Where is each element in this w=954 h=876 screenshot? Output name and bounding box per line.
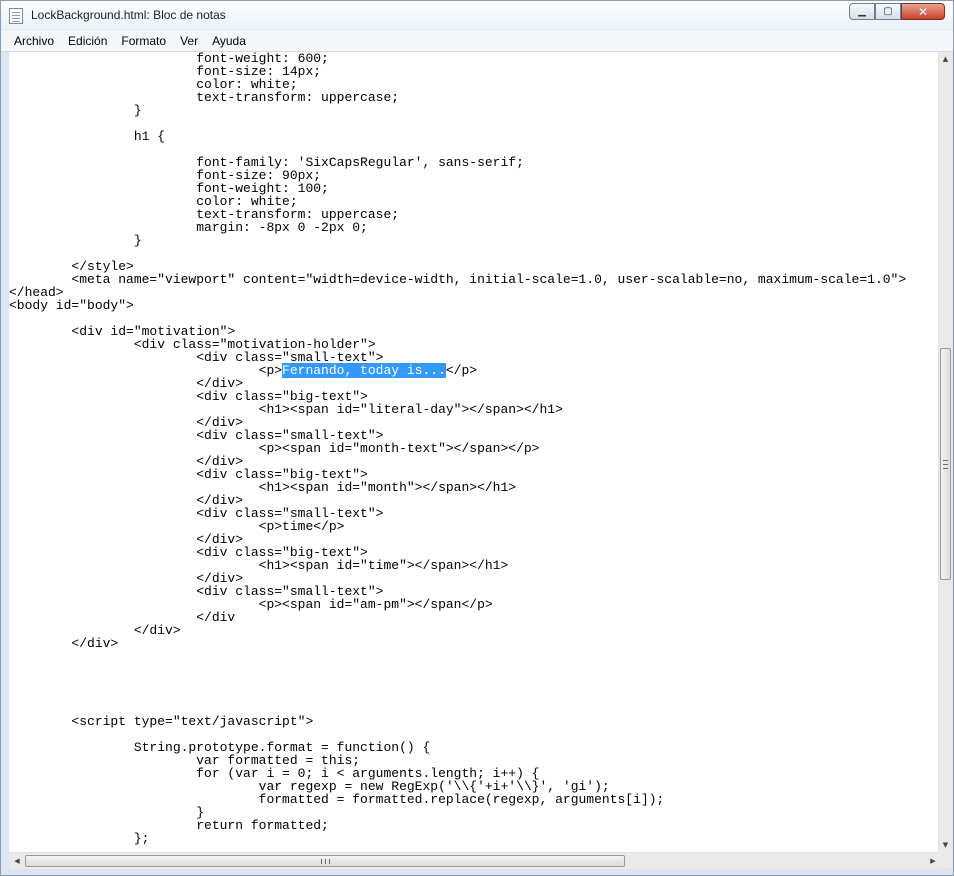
scroll-up-arrow[interactable]: ▲ (939, 52, 952, 66)
menu-ayuda[interactable]: Ayuda (205, 34, 253, 48)
menu-ver[interactable]: Ver (173, 34, 205, 48)
code-text[interactable]: font-weight: 600; font-size: 14px; color… (9, 52, 941, 845)
vertical-scrollbar[interactable]: ▲ ▼ (938, 52, 952, 852)
grip-icon (320, 858, 330, 864)
code-line: h1 { (9, 129, 166, 144)
code-line: }; (9, 831, 150, 846)
vertical-scroll-thumb[interactable] (940, 348, 951, 580)
notepad-window: LockBackground.html: Bloc de notas ▁ ▢ ✕… (0, 0, 954, 876)
menu-archivo[interactable]: Archivo (7, 34, 61, 48)
text-editor-area[interactable]: font-weight: 600; font-size: 14px; color… (9, 52, 941, 852)
code-line: } (9, 103, 142, 118)
scroll-left-arrow[interactable]: ◀ (9, 853, 25, 869)
scroll-down-arrow[interactable]: ▼ (939, 838, 952, 852)
window-controls: ▁ ▢ ✕ (849, 3, 945, 20)
minimize-button[interactable]: ▁ (849, 3, 875, 20)
code-line: <meta name="viewport" content="width=dev… (9, 272, 907, 287)
horizontal-scrollbar[interactable]: ◀ ▶ (9, 852, 941, 869)
menu-formato[interactable]: Formato (114, 34, 173, 48)
scrollbar-corner (939, 852, 952, 868)
grip-icon (943, 459, 948, 469)
code-line: text-transform: uppercase; (9, 90, 400, 105)
code-line: margin: -8px 0 -2px 0; (9, 220, 368, 235)
menu-bar: Archivo Edición Formato Ver Ayuda (1, 31, 953, 52)
close-button[interactable]: ✕ (901, 3, 945, 20)
code-line: <body id="body"> (9, 298, 134, 313)
menu-edicion[interactable]: Edición (61, 34, 114, 48)
horizontal-scroll-thumb[interactable] (25, 855, 625, 867)
code-line: <script type="text/javascript"> (9, 714, 314, 729)
notepad-icon (9, 8, 23, 24)
selected-text: Fernando, today is... (282, 363, 446, 378)
code-line: } (9, 233, 142, 248)
code-line: </head> (9, 285, 64, 300)
code-line: </div> (9, 623, 181, 638)
maximize-button[interactable]: ▢ (875, 3, 901, 20)
window-title: LockBackground.html: Bloc de notas (31, 8, 226, 22)
title-bar[interactable]: LockBackground.html: Bloc de notas ▁ ▢ ✕ (1, 1, 953, 31)
code-line: </div> (9, 636, 119, 651)
